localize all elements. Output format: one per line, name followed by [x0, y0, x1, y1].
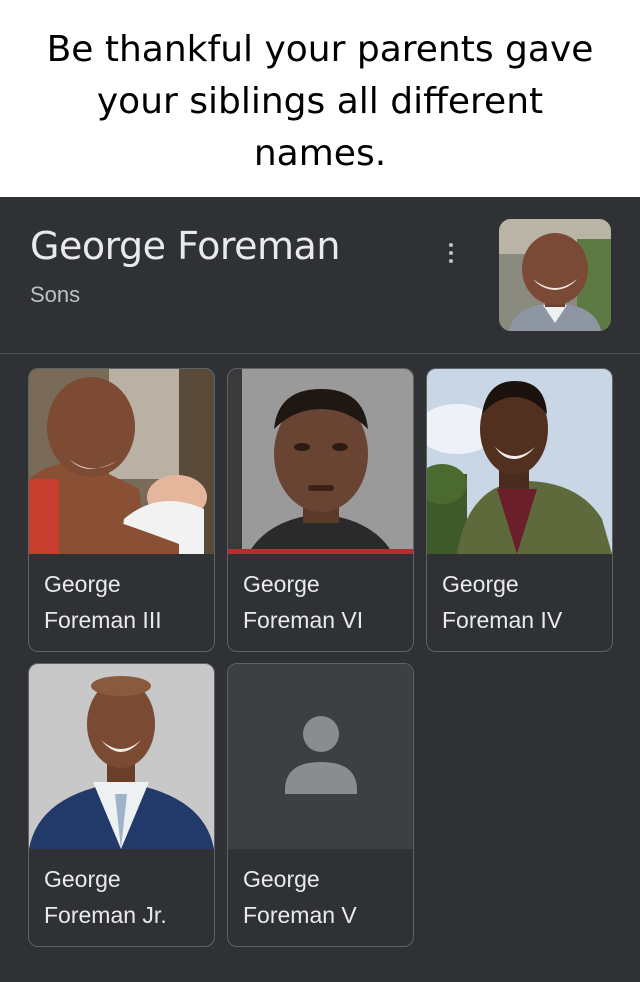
caption-line-3: names. [253, 133, 387, 174]
son-name: George Foreman Jr. [44, 866, 167, 928]
person-placeholder-icon [285, 716, 357, 794]
knowledge-panel: George Foreman Sons George Foreman III G… [0, 197, 640, 982]
son-photo [427, 369, 612, 554]
caption-line-2: your siblings all different [96, 81, 544, 122]
son-name: George Foreman IV [442, 571, 563, 633]
son-photo-placeholder [228, 664, 413, 849]
meme-caption: Be thankful your parents gave your sibli… [0, 0, 640, 197]
divider [0, 353, 640, 354]
son-name: George Foreman V [243, 866, 357, 928]
son-card[interactable]: George Foreman III [28, 368, 215, 652]
caption-line-1: Be thankful your parents gave [46, 29, 594, 70]
panel-subtitle: Sons [30, 282, 81, 307]
son-photo [228, 369, 413, 554]
more-vert-icon[interactable] [443, 239, 459, 269]
son-photo [29, 664, 214, 849]
avatar-photo [499, 219, 611, 331]
son-name: George Foreman VI [243, 571, 364, 633]
panel-title[interactable]: George Foreman [30, 223, 340, 269]
son-photo [29, 369, 214, 554]
son-card[interactable]: George Foreman IV [426, 368, 613, 652]
son-card[interactable]: George Foreman V [227, 663, 414, 947]
son-card[interactable]: George Foreman Jr. [28, 663, 215, 947]
george-foreman-avatar[interactable] [499, 219, 611, 331]
son-card[interactable]: George Foreman VI [227, 368, 414, 652]
son-name: George Foreman III [44, 571, 162, 633]
